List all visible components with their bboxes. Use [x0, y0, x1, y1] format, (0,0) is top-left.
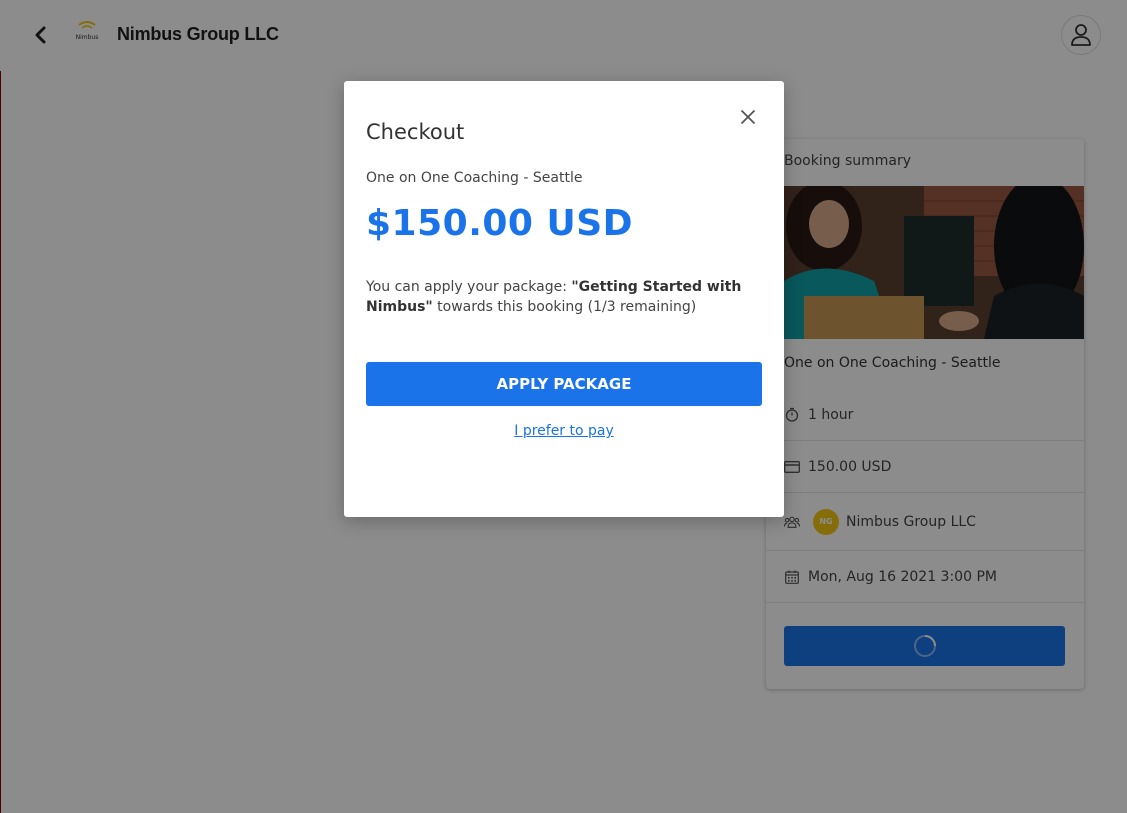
apply-package-button[interactable]: APPLY PACKAGE: [366, 362, 762, 406]
package-message: You can apply your package: "Getting Sta…: [366, 277, 766, 317]
dialog-title: Checkout: [366, 120, 465, 144]
checkout-dialog: Checkout One on One Coaching - Seattle $…: [344, 81, 784, 517]
package-message-suffix: towards this booking (1/3 remaining): [432, 299, 697, 315]
close-button[interactable]: [736, 105, 760, 129]
prefer-to-pay-link[interactable]: I prefer to pay: [344, 423, 784, 439]
dialog-service-name: One on One Coaching - Seattle: [366, 170, 583, 186]
dialog-price: $150.00 USD: [366, 203, 634, 244]
package-message-prefix: You can apply your package:: [366, 279, 572, 295]
close-icon: [740, 109, 756, 125]
prefer-to-pay-label[interactable]: I prefer to pay: [514, 423, 614, 439]
